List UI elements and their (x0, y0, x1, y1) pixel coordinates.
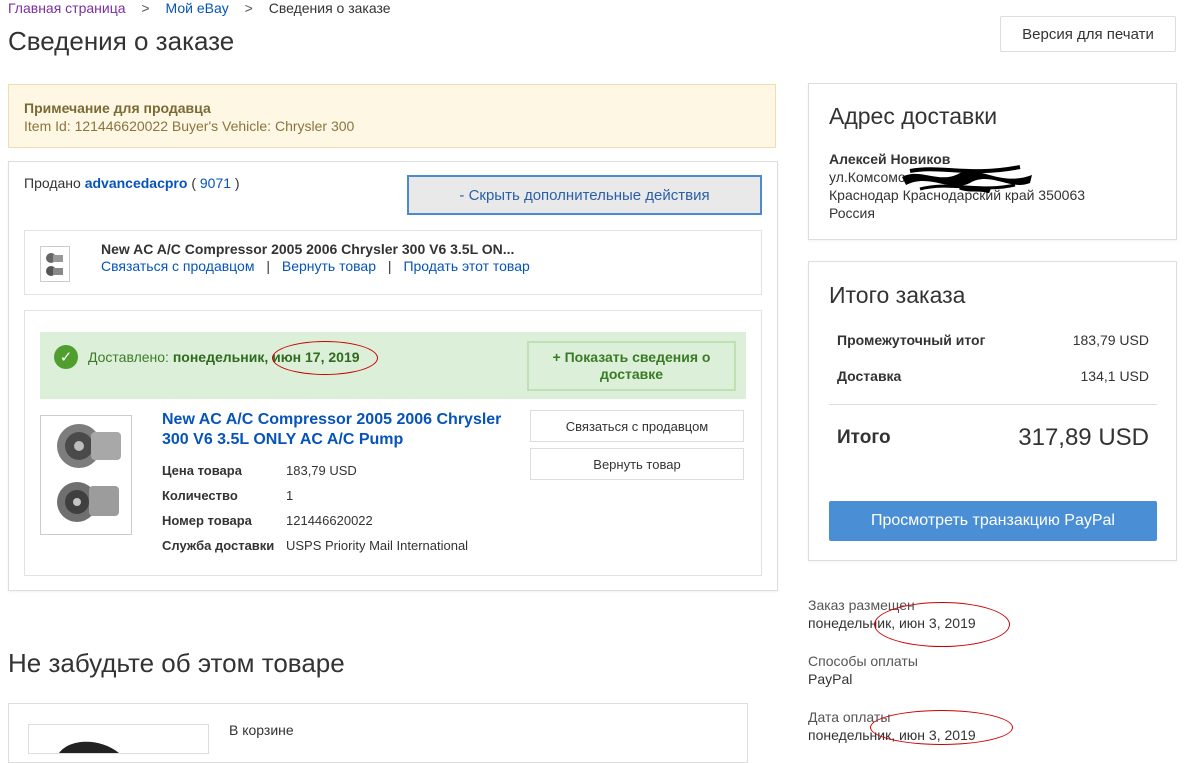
shipping-cost-label: Доставка (837, 368, 902, 384)
order-placed-value: понедельник, июн 3, 2019 (808, 615, 976, 631)
breadcrumb-separator: > (141, 0, 150, 16)
detail-value: 1 (286, 488, 294, 503)
item-strip-actions: Связаться с продавцом | Вернуть товар | … (101, 258, 530, 274)
seller-feedback-score-link[interactable]: 9071 (200, 175, 231, 191)
action-divider: | (266, 258, 270, 274)
contact-seller-button[interactable]: Связаться с продавцом (530, 410, 744, 442)
delivery-status: Доставлено: понедельник, июн 17, 2019 (88, 349, 360, 365)
view-paypal-transaction-button[interactable]: Просмотреть транзакцию PayPal (829, 501, 1157, 541)
item-strip-title: New AC A/C Compressor 2005 2006 Chrysler… (101, 241, 515, 257)
reminder-item-image[interactable] (28, 724, 209, 754)
detail-label: Номер товара (162, 513, 252, 528)
payment-date-value: понедельник, июн 3, 2019 (808, 727, 976, 743)
seller-note: Примечание для продавца Item Id: 1214466… (8, 84, 776, 148)
payment-methods: Способы оплаты PayPal (808, 652, 918, 688)
in-cart-label: В корзине (229, 722, 294, 738)
action-divider: | (387, 258, 392, 274)
address-country: Россия (829, 205, 875, 221)
contact-seller-link[interactable]: Связаться с продавцом (101, 258, 254, 274)
detail-value: 121446620022 (286, 513, 373, 528)
item-image[interactable] (40, 415, 132, 535)
seller-note-text: Item Id: 121446620022 Buyer's Vehicle: C… (24, 118, 355, 134)
delivery-status-label: Доставлено: (88, 349, 169, 365)
seller-note-title: Примечание для продавца (24, 100, 211, 116)
delivery-date: понедельник, июн 17, 2019 (172, 349, 360, 365)
item-title-link[interactable]: New AC A/C Compressor 2005 2006 Chrysler… (162, 410, 517, 450)
show-delivery-details-button[interactable]: + Показать сведения о доставке (527, 341, 736, 391)
detail-row: Служба доставки USPS Priority Mail Inter… (162, 533, 468, 558)
detail-row: Номер товара 121446620022 (162, 508, 468, 533)
shipping-cost-row: Доставка 134,1 USD (837, 368, 1149, 384)
seller-name-link[interactable]: advancedacpro (85, 175, 188, 191)
breadcrumb-current: Сведения о заказе (268, 0, 391, 16)
grand-total-label: Итого (837, 427, 891, 448)
detail-label: Цена товара (162, 463, 242, 478)
reminder-heading: Не забудьте об этом товаре (8, 648, 345, 678)
total-divider (829, 404, 1157, 405)
page-title: Сведения о заказе (8, 26, 235, 56)
sold-by: Продано advancedacpro ( 9071 ) (24, 175, 240, 191)
subtotal-value: 183,79 USD (1072, 332, 1149, 348)
payment-methods-value: PayPal (808, 671, 853, 687)
detail-row: Цена товара 183,79 USD (162, 458, 468, 483)
breadcrumb-my-ebay-link[interactable]: Мой eBay (166, 0, 229, 16)
subtotal-label: Промежуточный итог (837, 332, 986, 348)
subtotal-row: Промежуточный итог 183,79 USD (837, 332, 1149, 348)
detail-value: USPS Priority Mail International (286, 538, 469, 553)
order-total-heading: Итого заказа (829, 282, 966, 308)
detail-row: Количество 1 (162, 483, 468, 508)
payment-methods-label: Способы оплаты (808, 653, 918, 669)
sold-by-prefix: Продано (24, 175, 81, 191)
order-placed: Заказ размещен понедельник, июн 3, 2019 (808, 596, 976, 632)
detail-label: Количество (162, 488, 238, 503)
redaction-scribble (902, 165, 1032, 193)
score-close-paren: ) (234, 175, 240, 191)
shipping-address-heading: Адрес доставки (829, 103, 998, 129)
payment-date-label: Дата оплаты (808, 709, 891, 725)
return-item-link[interactable]: Вернуть товар (282, 258, 376, 274)
detail-value: 183,79 USD (286, 463, 357, 478)
return-item-button[interactable]: Вернуть товар (530, 448, 744, 480)
check-icon: ✓ (54, 345, 78, 369)
item-thumbnail[interactable] (40, 246, 70, 282)
hide-more-actions-button[interactable]: - Скрыть дополнительные действия (407, 175, 762, 215)
payment-date: Дата оплаты понедельник, июн 3, 2019 (808, 708, 976, 744)
order-placed-label: Заказ размещен (808, 597, 915, 613)
breadcrumb: Главная страница > Мой eBay > Сведения о… (8, 0, 391, 16)
sell-this-item-link[interactable]: Продать этот товар (403, 258, 529, 274)
detail-label: Служба доставки (162, 538, 275, 553)
breadcrumb-home-link[interactable]: Главная страница (8, 0, 126, 16)
breadcrumb-separator: > (244, 0, 253, 16)
print-version-button[interactable]: Версия для печати (1000, 16, 1176, 52)
shipping-cost-value: 134,1 USD (1080, 368, 1149, 384)
grand-total-value: 317,89 USD (1018, 424, 1149, 451)
score-open-paren: ( (191, 175, 196, 191)
grand-total-row: Итого 317,89 USD (837, 424, 1149, 452)
item-details: Цена товара 183,79 USD Количество 1 Номе… (162, 458, 468, 558)
